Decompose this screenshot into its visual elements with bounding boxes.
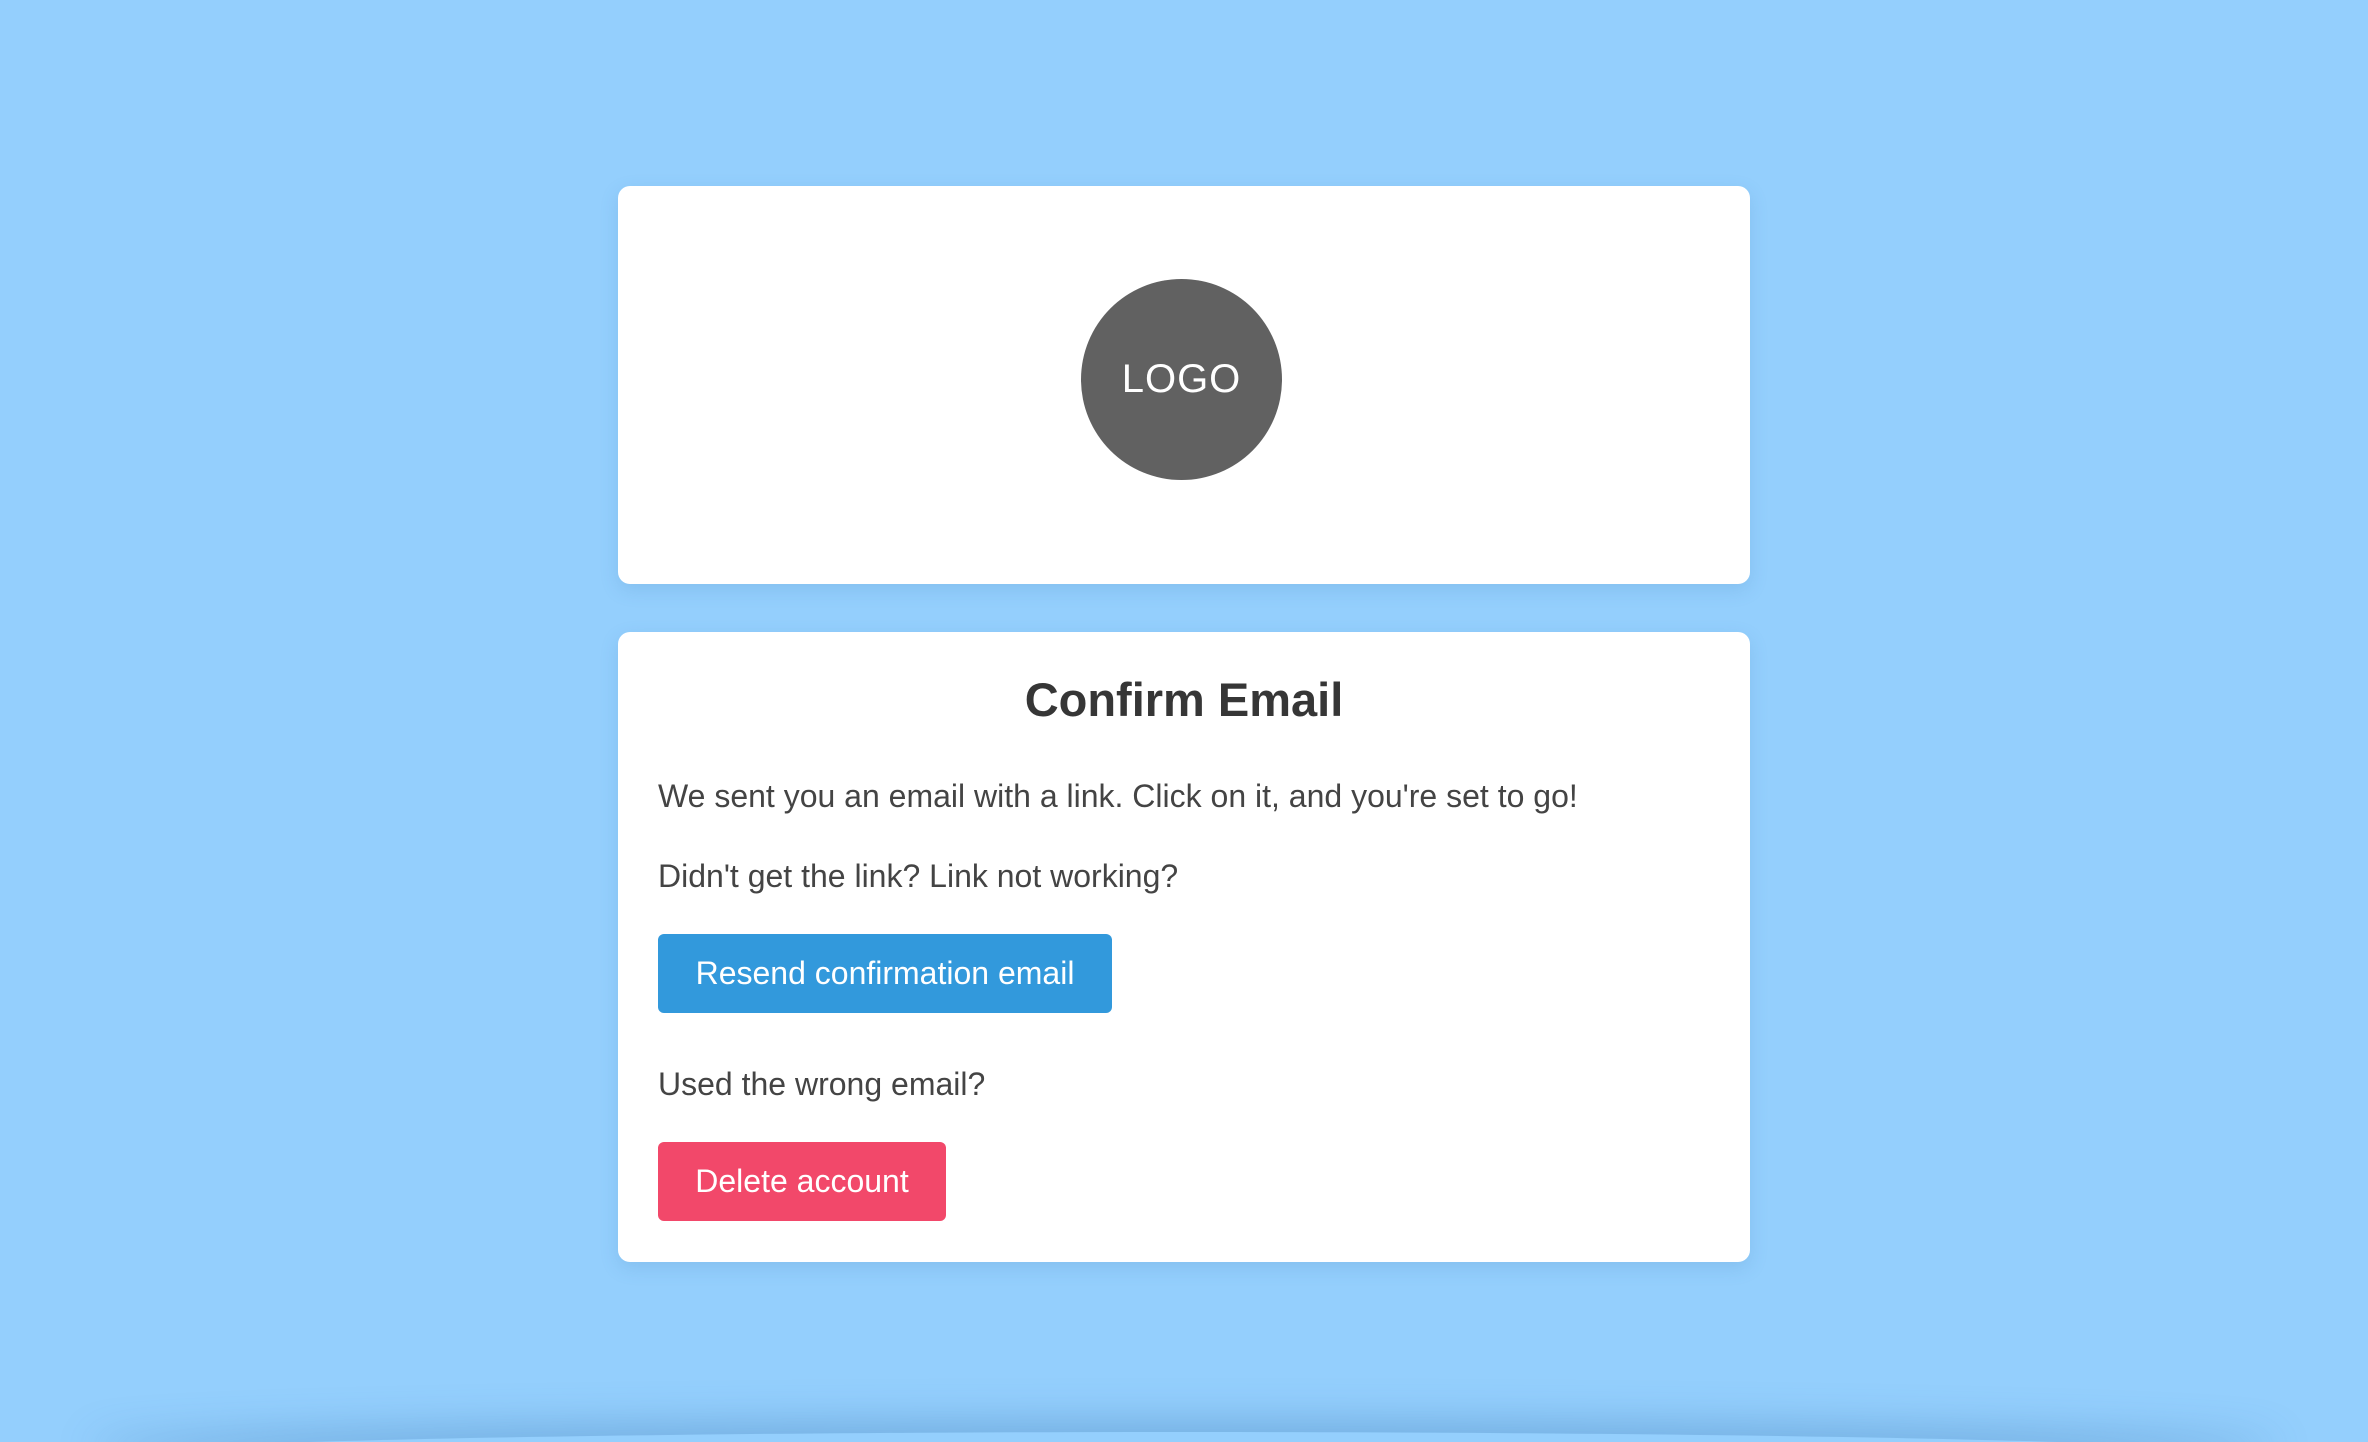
- resend-confirmation-button[interactable]: Resend confirmation email: [658, 934, 1112, 1013]
- logo: LOGO: [1081, 279, 1282, 480]
- logo-text: LOGO: [1121, 357, 1242, 401]
- confirmation-message: We sent you an email with a link. Click …: [658, 778, 1578, 814]
- wrong-email-prompt: Used the wrong email?: [658, 1066, 986, 1102]
- page-title: Confirm Email: [1024, 673, 1344, 726]
- logo-card: LOGO: [618, 186, 1750, 584]
- resend-prompt: Didn't get the link? Link not working?: [658, 858, 1179, 894]
- delete-account-button[interactable]: Delete account: [658, 1142, 946, 1221]
- bottom-panel-shadow: [90, 1432, 2278, 1442]
- confirm-email-card: Confirm Email We sent you an email with …: [618, 632, 1750, 1262]
